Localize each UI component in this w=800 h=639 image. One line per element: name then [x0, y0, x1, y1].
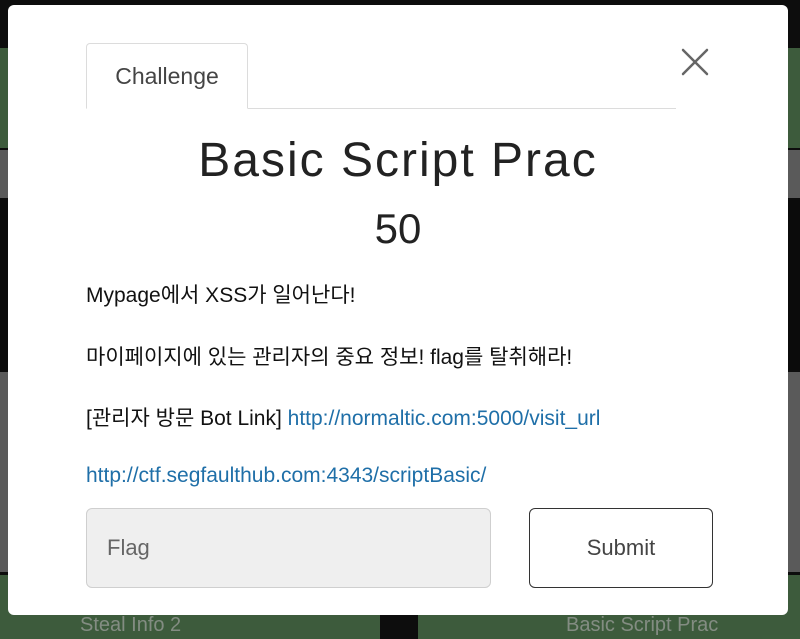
description-line: [관리자 방문 Bot Link] http://normaltic.com:5…: [86, 402, 600, 432]
tab-bar: Challenge: [86, 43, 676, 109]
challenge-modal: Challenge Basic Script Prac 50 Mypage에서 …: [8, 5, 788, 615]
challenge-url-link[interactable]: http://ctf.segfaulthub.com:4343/scriptBa…: [86, 464, 486, 487]
tab-challenge[interactable]: Challenge: [86, 43, 248, 109]
challenge-title: Basic Script Prac: [198, 134, 598, 187]
description-line: http://ctf.segfaulthub.com:4343/scriptBa…: [86, 464, 486, 488]
description-text: [관리자 방문 Bot Link]: [86, 407, 288, 430]
description-line: Mypage에서 XSS가 일어난다!: [86, 284, 356, 307]
close-icon: [681, 48, 709, 76]
close-button[interactable]: [678, 45, 712, 79]
challenge-points: 50: [374, 205, 422, 252]
description-line: 마이페이지에 있는 관리자의 중요 정보! flag를 탈취해라!: [86, 346, 573, 369]
submit-button[interactable]: Submit: [529, 508, 713, 588]
bot-visit-link[interactable]: http://normaltic.com:5000/visit_url: [288, 407, 601, 430]
flag-input[interactable]: [86, 508, 491, 588]
